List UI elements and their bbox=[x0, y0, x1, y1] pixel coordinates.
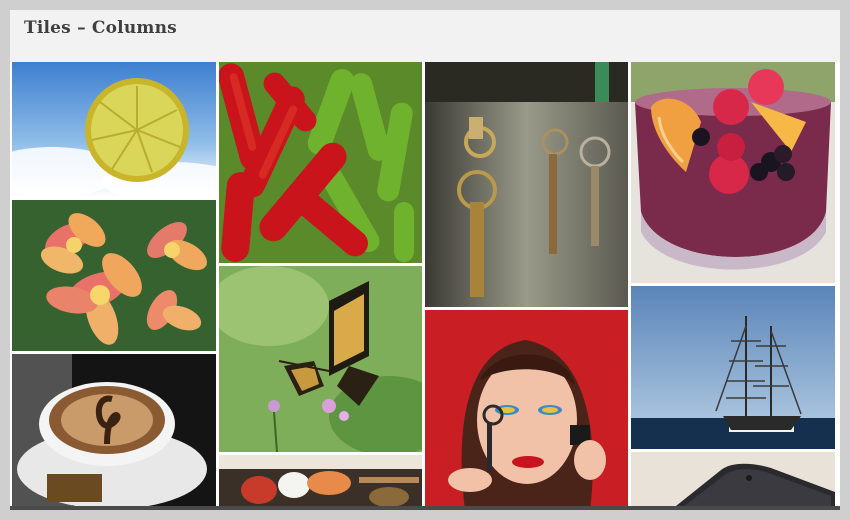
tile-sushi[interactable] bbox=[219, 455, 422, 510]
tile-ship[interactable] bbox=[631, 286, 835, 449]
butterfly-image bbox=[219, 266, 422, 452]
frangipani-image bbox=[12, 200, 216, 351]
tile-smartphone[interactable] bbox=[631, 452, 835, 510]
tile-lemon[interactable] bbox=[12, 62, 216, 197]
fruit-bowl-image bbox=[631, 62, 835, 283]
sushi-image bbox=[219, 455, 422, 510]
smartphone-image bbox=[631, 452, 835, 510]
tile-butterfly[interactable] bbox=[219, 266, 422, 452]
tile-peppers[interactable] bbox=[219, 62, 422, 263]
tile-latte[interactable] bbox=[12, 354, 216, 510]
tile-makeup[interactable] bbox=[425, 310, 628, 510]
bottom-edge bbox=[10, 506, 840, 510]
keys-image bbox=[425, 62, 628, 307]
tile-frangipani[interactable] bbox=[12, 200, 216, 351]
gallery-header: Tiles – Columns bbox=[10, 10, 840, 62]
page-title: Tiles – Columns bbox=[24, 18, 177, 38]
tile-keys[interactable] bbox=[425, 62, 628, 307]
ship-image bbox=[631, 286, 835, 449]
latte-image bbox=[12, 354, 216, 510]
gallery-frame: Tiles – Columns bbox=[10, 10, 840, 510]
lemon-image bbox=[12, 62, 216, 197]
makeup-image bbox=[425, 310, 628, 510]
tile-fruit-bowl[interactable] bbox=[631, 62, 835, 283]
peppers-image bbox=[219, 62, 422, 263]
